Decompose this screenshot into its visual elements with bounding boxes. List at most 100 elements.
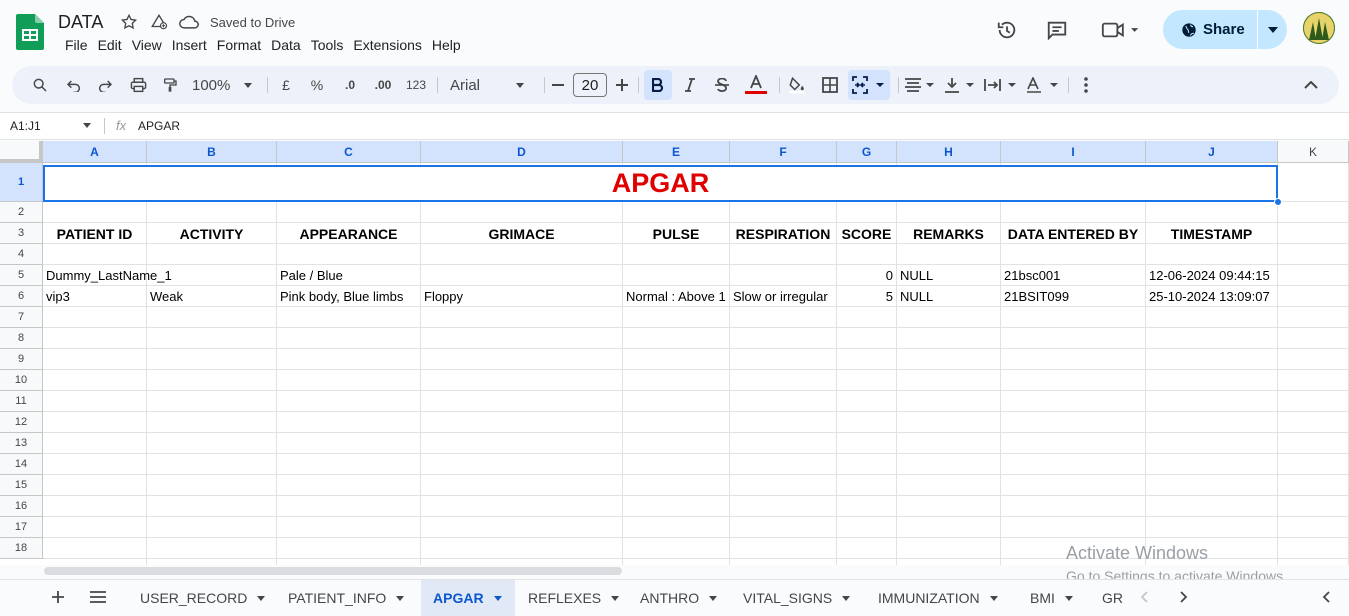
header-cell[interactable]: REMARKS (897, 223, 1000, 244)
chevron-down-icon[interactable] (611, 595, 620, 601)
zoom-select[interactable]: 100% (192, 66, 253, 104)
bold-icon[interactable] (644, 70, 672, 100)
share-dropdown-icon[interactable] (1258, 10, 1287, 49)
sheet-tab-patient-info[interactable]: PATIENT_INFO (276, 580, 419, 616)
header-cell[interactable]: APPEARANCE (277, 223, 420, 244)
merged-title-cell[interactable]: APGAR (43, 165, 1278, 202)
row-header-17[interactable]: 17 (0, 517, 43, 538)
row-header-12[interactable]: 12 (0, 412, 43, 433)
data-cell[interactable]: 0 (837, 265, 896, 285)
column-header-a[interactable]: A (43, 141, 147, 163)
side-panel-toggle-icon[interactable] (1322, 591, 1330, 603)
column-header-d[interactable]: D (421, 141, 623, 163)
menu-format[interactable]: Format (212, 37, 266, 53)
data-cell[interactable]: 21BSIT099 (1001, 286, 1145, 306)
sheet-tab-immunization[interactable]: IMMUNIZATION (866, 580, 1016, 616)
decrease-font-size-icon[interactable] (550, 66, 566, 104)
row-header-16[interactable]: 16 (0, 496, 43, 517)
font-select[interactable]: Arial (450, 66, 530, 104)
chevron-down-icon[interactable] (709, 595, 718, 601)
header-cell[interactable]: RESPIRATION (730, 223, 836, 244)
header-cell[interactable]: SCORE (837, 223, 896, 244)
data-cell[interactable]: Weak (147, 286, 276, 306)
header-cell[interactable]: PULSE (623, 223, 729, 244)
data-cell[interactable]: Dummy_LastName_1 (43, 265, 172, 285)
select-all-corner[interactable] (0, 141, 43, 163)
row-header-13[interactable]: 13 (0, 433, 43, 454)
column-header-h[interactable]: H (897, 141, 1001, 163)
redo-icon[interactable] (93, 66, 117, 104)
sheet-tab-anthro[interactable]: ANTHRO (628, 580, 729, 616)
column-header-i[interactable]: I (1001, 141, 1146, 163)
name-box[interactable]: A1:J1 (10, 119, 41, 133)
text-rotation-icon[interactable] (1024, 66, 1060, 104)
percent-format-button[interactable]: % (309, 66, 325, 104)
data-cell[interactable]: Normal : Above 1 (623, 286, 729, 306)
column-header-b[interactable]: B (147, 141, 277, 163)
sheet-tab-bmi[interactable]: BMI (1018, 580, 1088, 616)
chevron-down-icon[interactable] (257, 595, 266, 601)
row-header-10[interactable]: 10 (0, 370, 43, 391)
sheet-tab-user-record[interactable]: USER_RECORD (128, 580, 274, 616)
share-button[interactable]: Share (1163, 10, 1287, 49)
header-cell[interactable]: ACTIVITY (147, 223, 276, 244)
italic-icon[interactable] (678, 66, 702, 104)
row-header-15[interactable]: 15 (0, 475, 43, 496)
column-header-g[interactable]: G (837, 141, 897, 163)
chevron-down-icon[interactable] (493, 595, 502, 601)
currency-format-button[interactable]: £ (278, 66, 294, 104)
horizontal-align-icon[interactable] (902, 66, 936, 104)
selection-fill-handle[interactable] (1274, 198, 1282, 206)
fill-color-icon[interactable] (785, 66, 809, 104)
row-header-14[interactable]: 14 (0, 454, 43, 475)
sheet-tab-apgar[interactable]: APGAR (421, 580, 515, 616)
merge-cells-icon[interactable] (848, 70, 890, 100)
row-header-6[interactable]: 6 (0, 286, 43, 307)
cloud-saved-icon[interactable] (178, 12, 200, 32)
menu-view[interactable]: View (127, 37, 167, 53)
row-header-3[interactable]: 3 (0, 223, 43, 244)
formula-input[interactable]: APGAR (138, 119, 180, 133)
document-title[interactable]: DATA (58, 12, 103, 33)
font-size-input[interactable]: 20 (573, 66, 607, 104)
data-cell[interactable]: NULL (897, 265, 1000, 285)
header-cell[interactable]: GRIMACE (421, 223, 622, 244)
data-cell[interactable]: 12-06-2024 09:44:15 (1146, 265, 1277, 285)
menu-data[interactable]: Data (266, 37, 306, 53)
comments-icon[interactable] (1041, 14, 1073, 46)
avatar[interactable] (1303, 12, 1335, 44)
header-cell[interactable]: TIMESTAMP (1146, 223, 1277, 244)
chevron-down-icon[interactable] (396, 595, 405, 601)
menu-file[interactable]: File (60, 37, 93, 53)
header-cell[interactable]: PATIENT ID (43, 223, 146, 244)
decrease-decimal-button[interactable]: .0 (340, 66, 360, 104)
text-wrapping-icon[interactable] (982, 66, 1018, 104)
chevron-down-icon[interactable] (842, 595, 851, 601)
row-header-11[interactable]: 11 (0, 391, 43, 412)
row-header-1[interactable]: 1 (0, 163, 43, 202)
vertical-align-icon[interactable] (942, 66, 976, 104)
header-cell[interactable]: DATA ENTERED BY (1001, 223, 1145, 244)
spreadsheet-grid[interactable]: A B C D E F G H I J K 1 2 3 4 5 6 7 8 9 10 11 12 13 14 15 16 17 18 AP… (0, 141, 1349, 565)
row-header-18[interactable]: 18 (0, 538, 43, 559)
data-cell[interactable]: Pale / Blue (277, 265, 420, 285)
search-menus-icon[interactable] (28, 66, 52, 104)
column-header-j[interactable]: J (1146, 141, 1278, 163)
chevron-down-icon[interactable] (989, 595, 998, 601)
row-header-5[interactable]: 5 (0, 265, 43, 286)
row-header-9[interactable]: 9 (0, 349, 43, 370)
strikethrough-icon[interactable] (710, 66, 734, 104)
row-header-7[interactable]: 7 (0, 307, 43, 328)
menu-edit[interactable]: Edit (93, 37, 127, 53)
version-history-icon[interactable] (991, 14, 1023, 46)
sheets-logo-icon[interactable] (16, 14, 44, 50)
data-cell[interactable]: Floppy (421, 286, 622, 306)
menu-tools[interactable]: Tools (306, 37, 349, 53)
move-to-folder-icon[interactable] (148, 12, 170, 32)
data-cell[interactable]: Slow or irregular (730, 286, 836, 306)
more-formats-button[interactable]: 123 (404, 66, 428, 104)
row-header-8[interactable]: 8 (0, 328, 43, 349)
paint-format-icon[interactable] (158, 66, 182, 104)
meet-icon[interactable] (1098, 14, 1144, 46)
row-header-4[interactable]: 4 (0, 244, 43, 265)
